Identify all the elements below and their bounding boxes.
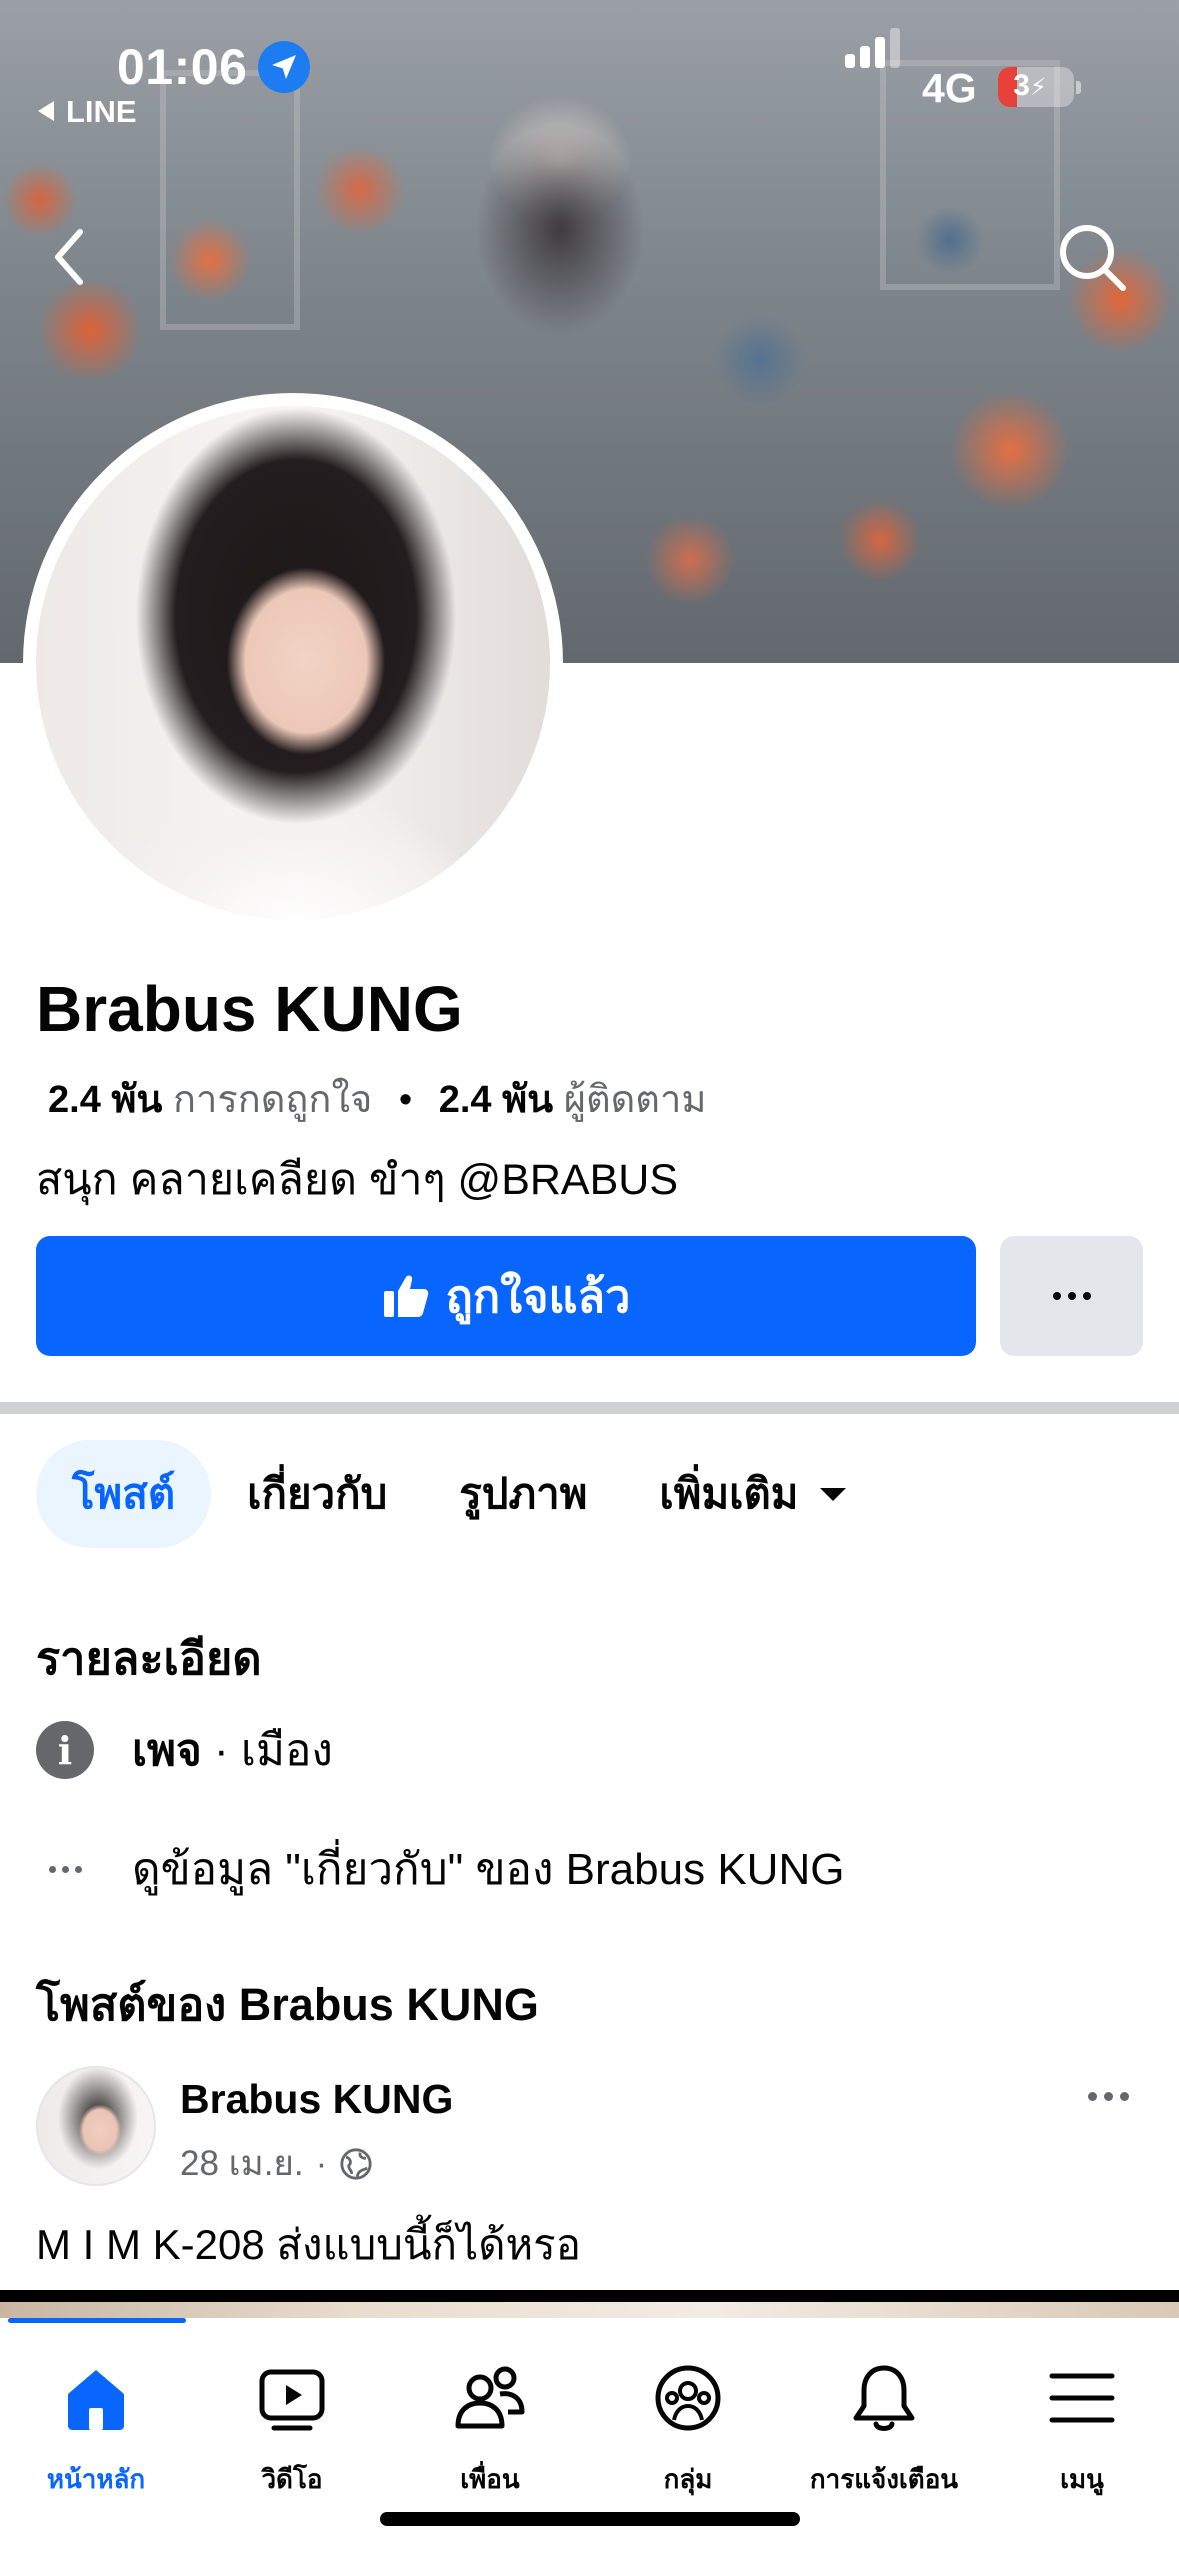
tab-posts[interactable]: โพสต์ bbox=[36, 1440, 212, 1548]
followers-count: 2.4 พัน bbox=[438, 1079, 554, 1121]
profile-tabs: โพสต์ เกี่ยวกับ รูปภาพ เพิ่มเติม bbox=[36, 1440, 882, 1548]
nav-home-label: หน้าหลัก bbox=[46, 2464, 146, 2494]
nav-menu[interactable]: เมนู bbox=[984, 2358, 1179, 2500]
chevron-left-icon bbox=[55, 229, 83, 285]
post-meta: 28 เม.ย. · bbox=[180, 2136, 373, 2191]
nav-notifications[interactable]: การแจ้งเตือน bbox=[786, 2358, 982, 2500]
category-label: เพจ bbox=[132, 1726, 202, 1775]
category-value: · เมือง bbox=[201, 1726, 333, 1775]
back-app-label: LINE bbox=[66, 94, 137, 129]
battery-level: 3⚡ bbox=[1013, 69, 1047, 102]
groups-icon bbox=[655, 2365, 721, 2431]
tab-more-label: เพิ่มเติม bbox=[659, 1470, 799, 1517]
likes-count: 2.4 พัน bbox=[48, 1079, 163, 1121]
see-about-row[interactable]: ดูข้อมูล "เกี่ยวกับ" ของ Brabus KUNG bbox=[36, 1834, 844, 1904]
caret-down-icon bbox=[820, 1487, 847, 1501]
post-image[interactable] bbox=[0, 2290, 1179, 2320]
nav-menu-label: เมนู bbox=[1060, 2464, 1104, 2494]
nav-groups[interactable]: กลุ่ม bbox=[590, 2358, 786, 2500]
post-text: M I M K-208 ส่งแบบนี้ก็ได้หรอ bbox=[36, 2221, 581, 2268]
tab-more[interactable]: เพิ่มเติม bbox=[623, 1440, 882, 1548]
post-date[interactable]: 28 เม.ย. bbox=[180, 2136, 304, 2191]
nav-video[interactable]: วิดีโอ bbox=[194, 2358, 390, 2500]
home-indicator[interactable] bbox=[380, 2512, 800, 2526]
back-to-app-link[interactable]: LINE bbox=[38, 94, 137, 130]
cover-decoration bbox=[160, 70, 300, 330]
post-author-name[interactable]: Brabus KUNG bbox=[180, 2076, 453, 2123]
back-button[interactable] bbox=[40, 222, 100, 292]
bell-icon bbox=[853, 2365, 915, 2431]
back-triangle-icon bbox=[38, 101, 54, 121]
post-meta-separator: · bbox=[315, 2143, 328, 2183]
likes-label: การกดถูกใจ bbox=[172, 1079, 373, 1121]
home-icon bbox=[68, 2370, 124, 2430]
location-arrow-icon bbox=[258, 41, 310, 93]
thumbs-up-icon bbox=[383, 1275, 428, 1317]
status-time: 01:06 bbox=[117, 39, 248, 95]
more-dots-icon bbox=[36, 1840, 94, 1898]
network-type: 4G bbox=[922, 65, 977, 111]
page-category-row: i เพจ · เมือง bbox=[36, 1715, 333, 1785]
globe-icon bbox=[340, 2147, 372, 2180]
nav-notifications-label: การแจ้งเตือน bbox=[809, 2464, 959, 2494]
tab-about[interactable]: เกี่ยวกับ bbox=[211, 1440, 423, 1548]
liked-button[interactable]: ถูกใจแล้ว bbox=[36, 1236, 976, 1356]
liked-button-label: ถูกใจแล้ว bbox=[445, 1271, 631, 1322]
section-divider bbox=[0, 1402, 1179, 1414]
more-options-button[interactable] bbox=[1000, 1236, 1143, 1356]
post-author-avatar[interactable] bbox=[36, 2066, 156, 2186]
search-icon bbox=[1060, 225, 1126, 291]
nav-groups-label: กลุ่ม bbox=[663, 2464, 713, 2494]
see-about-link[interactable]: ดูข้อมูล "เกี่ยวกับ" ของ Brabus KUNG bbox=[132, 1834, 844, 1904]
stats-separator: • bbox=[398, 1079, 413, 1121]
nav-home[interactable]: หน้าหลัก bbox=[0, 2358, 194, 2500]
video-icon bbox=[259, 2369, 325, 2431]
search-button[interactable] bbox=[1055, 220, 1129, 294]
nav-friends-label: เพื่อน bbox=[460, 2464, 520, 2494]
friends-icon bbox=[455, 2366, 525, 2429]
page-bio: สนุก คลายเคลียด ขำๆ @BRABUS bbox=[36, 1156, 679, 1204]
info-icon: i bbox=[36, 1721, 94, 1779]
nav-friends[interactable]: เพื่อน bbox=[392, 2358, 588, 2500]
battery-icon: 3⚡ bbox=[998, 67, 1081, 107]
details-title: รายละเอียด bbox=[36, 1633, 262, 1684]
nav-video-label: วิดีโอ bbox=[261, 2464, 323, 2494]
page-name: Brabus KUNG bbox=[36, 973, 463, 1045]
tab-photos[interactable]: รูปภาพ bbox=[423, 1440, 623, 1548]
followers-label: ผู้ติดตาม bbox=[563, 1079, 707, 1121]
posts-section-title: โพสต์ของ Brabus KUNG bbox=[36, 1979, 539, 2030]
active-tab-indicator bbox=[8, 2318, 186, 2323]
post-options-button[interactable] bbox=[1088, 2092, 1129, 2101]
profile-avatar[interactable] bbox=[36, 406, 550, 920]
menu-icon bbox=[1049, 2373, 1115, 2423]
page-stats: 2.4 พัน การกดถูกใจ • 2.4 พัน ผู้ติดตาม bbox=[48, 1068, 706, 1129]
